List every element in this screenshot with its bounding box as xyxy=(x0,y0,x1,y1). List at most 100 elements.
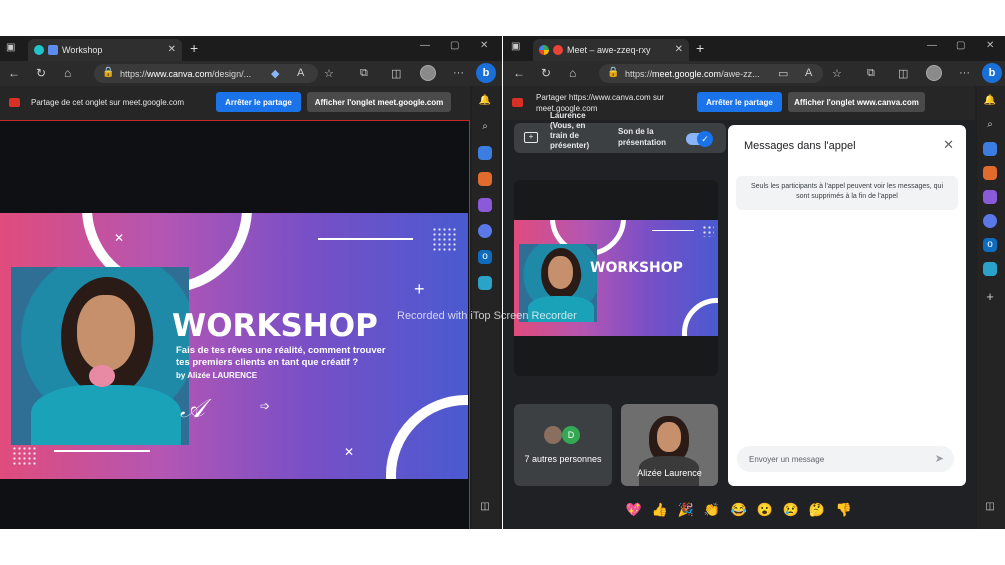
home-icon[interactable]: ⌂ xyxy=(569,66,576,80)
canva-page-area: ✕ ✕ + 𝒜 WORKSHOP Fais de tes rêves une r… xyxy=(0,120,470,529)
others-tile[interactable]: D 7 autres personnes xyxy=(514,404,612,486)
copilot-icon[interactable] xyxy=(983,214,997,228)
add-icon[interactable]: + xyxy=(983,290,997,304)
address-bar[interactable]: 🔒 https://www.canva.com/design/... xyxy=(94,64,318,83)
slide-line-bottom xyxy=(54,450,150,452)
tab-meet[interactable]: Meet – awe-zzeq-rxy ✕ xyxy=(533,39,689,61)
message-input[interactable]: Envoyer un message ➤ xyxy=(737,446,954,472)
tab-actions-icon[interactable]: ▣ xyxy=(511,41,520,52)
reaction-heart-button[interactable]: 💖 xyxy=(625,501,643,519)
outlook-icon[interactable]: o xyxy=(983,238,997,252)
recorder-watermark: Recorded with iTop Screen Recorder xyxy=(397,310,577,322)
favorite-icon[interactable]: ☆ xyxy=(832,67,842,80)
home-icon[interactable]: ⌂ xyxy=(64,66,71,80)
lock-icon: 🔒 xyxy=(102,67,115,78)
slide-subtitle-1: Fais de tes rêves une réalité, comment t… xyxy=(176,345,386,356)
maximize-button[interactable]: ▢ xyxy=(956,40,965,51)
split-screen-icon[interactable]: ◫ xyxy=(391,67,401,80)
share-status-text-1: Partager https://www.canva.com sur xyxy=(536,93,665,102)
shopping-icon[interactable] xyxy=(478,146,492,160)
close-window-button[interactable]: ✕ xyxy=(480,40,488,51)
tab-actions-icon[interactable]: ▣ xyxy=(6,42,15,53)
search-icon[interactable]: ⌕ xyxy=(478,120,492,134)
outlook-icon[interactable]: o xyxy=(478,250,492,264)
split-screen-icon[interactable]: ◫ xyxy=(898,67,908,80)
back-icon[interactable]: ← xyxy=(513,66,525,80)
profile-avatar[interactable] xyxy=(926,65,942,81)
right-tab-bar: ▣ Meet – awe-zzeq-rxy ✕ + — ▢ ✕ xyxy=(503,36,1005,61)
shopping-icon[interactable] xyxy=(983,142,997,156)
reaction-thumbs-down-button[interactable]: 👎 xyxy=(835,501,853,519)
games-icon[interactable] xyxy=(478,198,492,212)
address-bar[interactable]: 🔒 https://meet.google.com/awe-zz... xyxy=(599,64,823,83)
games-icon[interactable] xyxy=(983,190,997,204)
chat-title: Messages dans l'appel xyxy=(744,140,856,152)
presentation-audio-toggle[interactable]: ✓ xyxy=(686,131,713,147)
more-menu-icon[interactable]: ··· xyxy=(959,67,970,79)
minimize-button[interactable]: — xyxy=(927,40,937,51)
show-meet-tab-button[interactable]: Afficher l'onglet meet.google.com xyxy=(307,92,451,112)
drop-icon[interactable] xyxy=(478,276,492,290)
slide-plus-mark: + xyxy=(414,279,425,299)
tools-icon[interactable] xyxy=(478,172,492,186)
reaction-surprised-button[interactable]: 😮 xyxy=(756,501,774,519)
more-menu-icon[interactable]: ··· xyxy=(453,67,464,79)
url-path: /awe-zz... xyxy=(721,68,760,79)
reaction-thumbs-up-button[interactable]: 👍 xyxy=(651,501,669,519)
stop-sharing-button[interactable]: Arrêter le partage xyxy=(216,92,301,112)
presenter-status-2: train de xyxy=(550,131,579,140)
bing-icon[interactable]: b xyxy=(476,63,496,83)
extension-icon[interactable]: ◆ xyxy=(271,67,279,80)
back-icon[interactable]: ← xyxy=(8,66,20,80)
camera-icon[interactable]: ▭ xyxy=(778,67,788,80)
close-tab-icon[interactable]: ✕ xyxy=(675,44,683,55)
extensions-icon[interactable]: ⧉ xyxy=(360,67,368,80)
slide-title: WORKSHOP xyxy=(172,308,378,344)
sidebar-toggle-icon[interactable]: ◫ xyxy=(478,500,492,514)
copilot-icon[interactable] xyxy=(478,224,492,238)
reaction-laugh-button[interactable]: 😂 xyxy=(730,501,748,519)
presenter-status-3: présenter) xyxy=(550,141,590,150)
url-prefix: https:// xyxy=(625,68,653,79)
slide-subtitle-2: tes premiers clients en tant que créatif… xyxy=(176,357,359,368)
refresh-icon[interactable]: ↻ xyxy=(541,66,551,80)
refresh-icon[interactable]: ↻ xyxy=(36,66,46,80)
show-canva-tab-button[interactable]: Afficher l'onglet www.canva.com xyxy=(788,92,925,112)
new-tab-button[interactable]: + xyxy=(190,40,198,56)
read-aloud-icon[interactable]: A xyxy=(805,67,812,79)
reaction-party-button[interactable]: 🎉 xyxy=(677,501,695,519)
bell-icon[interactable]: 🔔 xyxy=(983,94,997,108)
favorite-icon[interactable]: ☆ xyxy=(324,67,334,80)
tools-icon[interactable] xyxy=(983,166,997,180)
participant-tile[interactable]: Alizée Laurence xyxy=(621,404,718,486)
new-tab-button[interactable]: + xyxy=(696,40,704,56)
close-chat-icon[interactable]: ✕ xyxy=(943,137,954,153)
profile-avatar[interactable] xyxy=(420,65,436,81)
bell-icon[interactable]: 🔔 xyxy=(478,94,492,108)
stop-sharing-button[interactable]: Arrêter le partage xyxy=(697,92,782,112)
slide-author: by Alizée LAURENCE xyxy=(176,371,258,380)
right-toolbar: ← ↻ ⌂ 🔒 https://meet.google.com/awe-zz..… xyxy=(503,61,1005,86)
recording-indicator-icon xyxy=(553,45,563,55)
minimize-button[interactable]: — xyxy=(420,40,430,51)
maximize-button[interactable]: ▢ xyxy=(450,40,459,51)
canva-favicon-icon xyxy=(34,45,44,55)
send-icon[interactable]: ➤ xyxy=(935,452,944,465)
left-share-bar: Partage de cet onglet sur meet.google.co… xyxy=(0,86,470,120)
reaction-clap-button[interactable]: 👏 xyxy=(703,501,721,519)
tab-workshop[interactable]: Workshop ✕ xyxy=(28,39,182,61)
reaction-thinking-button[interactable]: 🤔 xyxy=(808,501,826,519)
close-tab-icon[interactable]: ✕ xyxy=(168,44,176,55)
reaction-sad-button[interactable]: 😢 xyxy=(782,501,800,519)
close-window-button[interactable]: ✕ xyxy=(986,40,994,51)
shared-screen-tile[interactable]: WORKSHOP xyxy=(514,180,718,376)
extensions-icon[interactable]: ⧉ xyxy=(867,67,875,80)
sidebar-toggle-icon[interactable]: ◫ xyxy=(983,500,997,514)
chat-panel: Messages dans l'appel ✕ Seuls les partic… xyxy=(728,125,966,486)
search-icon[interactable]: ⌕ xyxy=(983,118,997,132)
bing-icon[interactable]: b xyxy=(982,63,1002,83)
share-indicator-icon xyxy=(48,45,58,55)
right-sidebar: 🔔 ⌕ o + ◫ xyxy=(977,86,1005,529)
drop-icon[interactable] xyxy=(983,262,997,276)
read-aloud-icon[interactable]: A xyxy=(297,67,304,79)
